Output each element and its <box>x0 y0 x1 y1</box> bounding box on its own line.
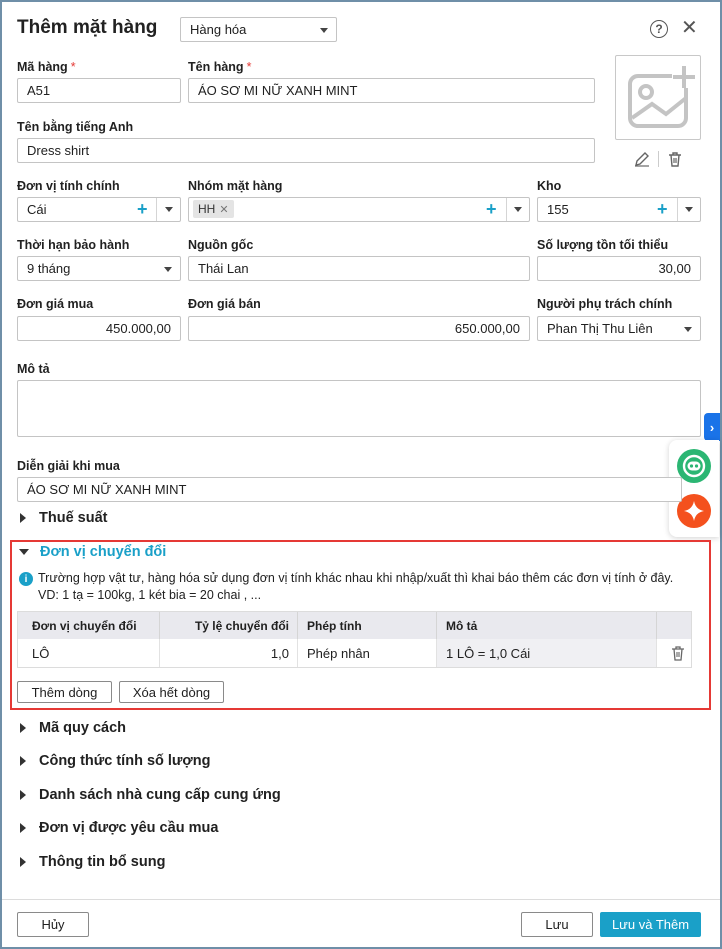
item-type-value: Hàng hóa <box>190 22 247 37</box>
origin-input[interactable]: Thái Lan <box>188 256 530 281</box>
section-suppliers[interactable]: Danh sách nhà cung cấp cung ứng <box>17 787 281 803</box>
english-name-label: Tên bằng tiếng Anh <box>17 120 134 134</box>
clear-rows-button[interactable]: Xóa hết dòng <box>119 681 224 703</box>
trash-icon[interactable] <box>667 151 683 170</box>
footer-divider <box>2 899 720 900</box>
info-icon: i <box>19 572 33 586</box>
item-group-combo[interactable] <box>188 197 530 222</box>
add-group-icon[interactable]: + <box>486 200 497 218</box>
add-row-button[interactable]: Thêm dòng <box>17 681 112 703</box>
sale-price-label: Đơn giá bán <box>188 297 261 311</box>
warranty-label: Thời hạn bảo hành <box>17 238 130 252</box>
description-label: Mô tả <box>17 362 50 376</box>
remove-tag-icon[interactable]: ✕ <box>219 203 228 216</box>
warranty-select[interactable]: 9 tháng <box>17 256 181 281</box>
divider <box>156 198 157 221</box>
cell-operation[interactable]: Phép nhân <box>298 639 437 667</box>
expand-icon <box>20 723 26 733</box>
section-tax[interactable]: Thuế suất <box>17 510 107 526</box>
purchase-price-input[interactable]: 450.000,00 <box>17 316 181 341</box>
section-spec[interactable]: Mã quy cách <box>17 720 126 736</box>
add-unit-icon[interactable]: + <box>137 200 148 218</box>
dialog-title: Thêm mặt hàng <box>17 17 158 38</box>
conversion-info-text: Trường hợp vật tư, hàng hóa sử dụng đơn … <box>38 571 674 602</box>
item-group-label: Nhóm mặt hàng <box>188 179 283 193</box>
cell-description: 1 LÔ = 1,0 Cái <box>437 639 657 667</box>
save-and-add-button[interactable]: Lưu và Thêm <box>600 912 701 937</box>
save-button[interactable]: Lưu <box>521 912 593 937</box>
image-upload[interactable] <box>615 55 701 140</box>
divider <box>658 151 659 167</box>
chevron-down-icon <box>684 327 692 332</box>
item-type-select[interactable]: Hàng hóa <box>180 17 337 42</box>
side-panel-toggle[interactable]: › <box>704 413 720 441</box>
close-icon[interactable]: ✕ <box>681 17 698 39</box>
chevron-down-icon[interactable] <box>514 207 522 212</box>
column-header: Đơn vị chuyển đổi <box>18 612 160 639</box>
section-requesting-units[interactable]: Đơn vị được yêu cầu mua <box>17 820 218 836</box>
manager-label: Người phụ trách chính <box>537 297 673 311</box>
expand-icon <box>20 790 26 800</box>
cell-unit[interactable]: LÔ <box>18 639 160 667</box>
collapse-icon <box>19 549 29 555</box>
origin-label: Nguồn gốc <box>188 238 254 252</box>
expand-icon <box>20 857 26 867</box>
chevron-down-icon <box>164 267 172 272</box>
name-input[interactable]: ÁO SƠ MI NỮ XANH MINT <box>188 78 595 103</box>
ai-sparkle-icon[interactable] <box>677 494 711 528</box>
section-conversion[interactable]: Đơn vị chuyển đổi <box>17 544 166 560</box>
expand-icon <box>20 513 26 523</box>
cancel-button[interactable]: Hủy <box>17 912 89 937</box>
chat-assistant-icon[interactable] <box>677 449 711 483</box>
code-label: Mã hàng * <box>17 60 76 74</box>
purchase-note-input[interactable]: ÁO SƠ MI NỮ XANH MINT <box>17 477 682 502</box>
main-unit-label: Đơn vị tính chính <box>17 179 120 193</box>
manager-select[interactable]: Phan Thị Thu Liên <box>537 316 701 341</box>
divider <box>506 198 507 221</box>
chevron-down-icon <box>320 28 328 33</box>
code-input[interactable]: A51 <box>17 78 181 103</box>
add-image-icon <box>628 66 696 128</box>
divider <box>677 198 678 221</box>
english-name-input[interactable]: Dress shirt <box>17 138 595 163</box>
edit-icon[interactable] <box>634 151 650 170</box>
warehouse-label: Kho <box>537 179 562 193</box>
add-warehouse-icon[interactable]: + <box>657 200 668 218</box>
min-stock-input[interactable]: 30,00 <box>537 256 701 281</box>
sale-price-input[interactable]: 650.000,00 <box>188 316 530 341</box>
section-extra-info[interactable]: Thông tin bổ sung <box>17 854 165 870</box>
delete-row-icon[interactable] <box>670 645 686 664</box>
expand-icon <box>20 756 26 766</box>
name-label: Tên hàng * <box>188 60 252 74</box>
question-circle-icon[interactable]: ? <box>650 20 668 38</box>
purchase-price-label: Đơn giá mua <box>17 297 94 311</box>
chevron-down-icon[interactable] <box>685 207 693 212</box>
column-header: Tỷ lệ chuyển đổi <box>160 612 298 639</box>
column-header: Mô tả <box>437 612 657 639</box>
expand-icon <box>20 823 26 833</box>
column-header: Phép tính <box>298 612 437 639</box>
chevron-down-icon[interactable] <box>165 207 173 212</box>
purchase-note-label: Diễn giải khi mua <box>17 459 120 473</box>
section-qty-formula[interactable]: Công thức tính số lượng <box>17 753 210 769</box>
description-textarea[interactable] <box>17 380 701 437</box>
item-group-tag: HH ✕ <box>193 200 234 218</box>
cell-ratio[interactable]: 1,0 <box>160 639 298 667</box>
min-stock-label: Số lượng tồn tối thiểu <box>537 238 669 252</box>
